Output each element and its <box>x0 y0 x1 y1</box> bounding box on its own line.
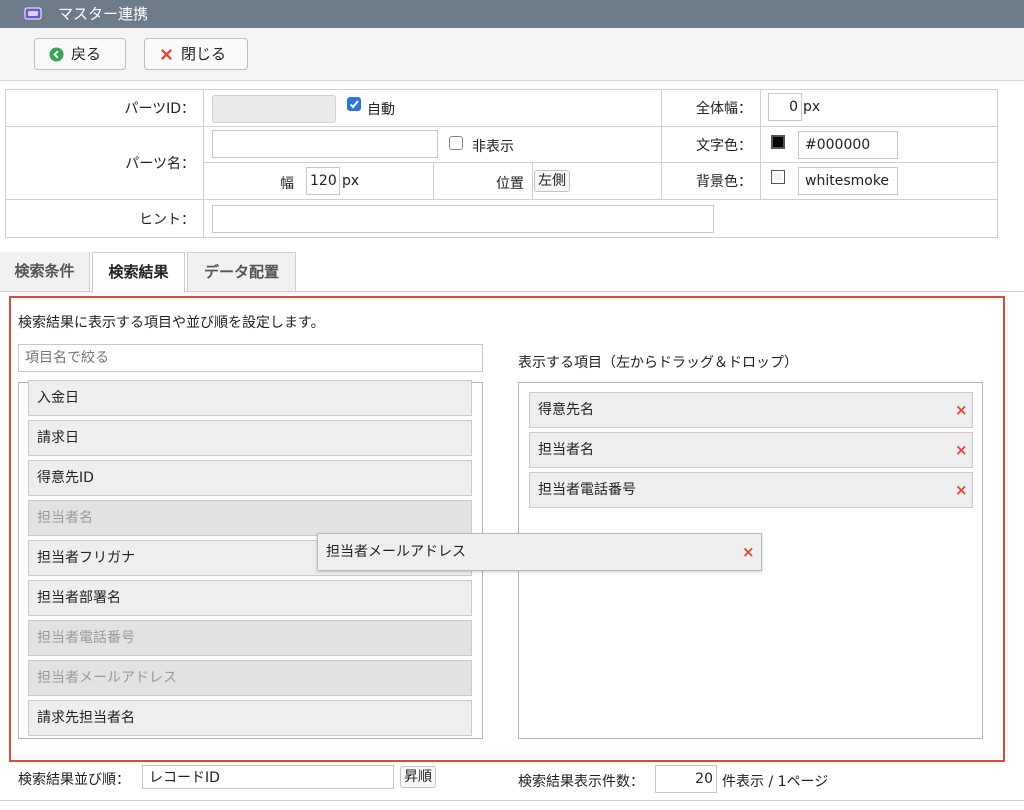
position-select[interactable]: 左側 <box>534 170 570 192</box>
hint-label: ヒント： <box>5 199 204 238</box>
total-width-cell: px <box>760 89 998 127</box>
list-item[interactable]: 請求日 <box>28 420 472 456</box>
width-label: 幅 <box>280 176 294 192</box>
tab-underline <box>0 291 92 292</box>
selected-item[interactable]: 担当者名 × <box>529 432 973 468</box>
tab-underline-right <box>185 291 1024 292</box>
count-input[interactable] <box>655 765 717 793</box>
tab-bar: 検索条件 検索結果 データ配置 <box>0 252 1024 293</box>
hide-checkbox[interactable] <box>449 136 463 150</box>
filter-input[interactable] <box>18 344 483 372</box>
remove-icon[interactable]: × <box>955 393 968 427</box>
list-item: 担当者名 <box>28 500 472 536</box>
selected-item-label: 得意先名 <box>538 402 594 418</box>
back-button-label: 戻る <box>71 45 102 63</box>
sort-order-button[interactable]: 昇順 <box>400 766 436 788</box>
close-button[interactable]: 閉じる <box>144 38 248 70</box>
list-item: 担当者メールアドレス <box>28 660 472 696</box>
hint-input[interactable] <box>212 205 714 233</box>
width-cell: 幅 px <box>203 162 434 200</box>
sort-label: 検索結果並び順： <box>18 772 130 788</box>
text-color-label: 文字色： <box>661 126 761 163</box>
sort-field-input[interactable] <box>142 765 394 789</box>
selected-item[interactable]: 担当者電話番号 × <box>529 472 973 508</box>
count-suffix: 件表示 / 1ページ <box>722 774 829 790</box>
text-color-cell <box>760 126 998 163</box>
check-icon <box>349 100 359 109</box>
bg-color-input[interactable] <box>798 167 898 195</box>
tab-search-results[interactable]: 検索結果 <box>92 252 185 293</box>
position-label: 位置 <box>496 176 524 192</box>
selected-items-title: 表示する項目（左からドラッグ＆ドロップ） <box>518 355 798 371</box>
list-item[interactable]: 入金日 <box>28 380 472 416</box>
selected-item-label: 担当者名 <box>538 442 594 458</box>
text-color-swatch[interactable] <box>771 135 785 149</box>
arrow-left-circle-icon <box>49 47 64 62</box>
app-window-icon <box>24 7 42 20</box>
width-unit: px <box>342 173 360 189</box>
x-icon <box>160 48 173 61</box>
parts-id-label: パーツID： <box>5 89 204 127</box>
list-item[interactable]: 担当者部署名 <box>28 580 472 616</box>
hint-cell <box>203 199 998 238</box>
parts-properties-table: パーツID： 自動 全体幅： px パーツ名： 非表示 文字色： 幅 <box>5 89 998 238</box>
total-width-unit: px <box>803 99 821 115</box>
bg-color-swatch[interactable] <box>771 170 785 184</box>
list-item: 担当者電話番号 <box>28 620 472 656</box>
remove-icon[interactable]: × <box>955 433 968 467</box>
tab-search-conditions[interactable]: 検索条件 <box>0 252 90 292</box>
dragging-item[interactable]: 担当者メールアドレス × <box>317 533 762 571</box>
panel-description: 検索結果に表示する項目や並び順を設定します。 <box>18 315 325 331</box>
parts-id-field <box>212 95 336 123</box>
parts-id-cell: 自動 <box>203 89 662 127</box>
close-button-label: 閉じる <box>181 45 227 63</box>
selected-item-label: 担当者電話番号 <box>538 482 636 498</box>
text-color-input[interactable] <box>798 131 898 159</box>
divider <box>0 800 1024 801</box>
total-width-label: 全体幅： <box>661 89 761 127</box>
total-width-input[interactable] <box>768 93 802 121</box>
dragging-item-label: 担当者メールアドレス <box>326 544 466 560</box>
window-title: マスター連携 <box>58 5 149 23</box>
parts-name-input[interactable] <box>212 130 438 158</box>
parts-name-cell: 非表示 <box>203 126 662 163</box>
back-button[interactable]: 戻る <box>34 38 126 70</box>
title-bar: マスター連携 <box>0 0 1024 28</box>
list-item[interactable]: 得意先ID <box>28 460 472 496</box>
remove-icon[interactable]: × <box>955 473 968 507</box>
count-label: 検索結果表示件数： <box>518 774 644 790</box>
position-label-cell: 位置 <box>433 162 533 200</box>
hide-label: 非表示 <box>472 139 514 155</box>
tab-data-layout[interactable]: データ配置 <box>187 252 296 292</box>
bg-color-cell <box>760 162 998 200</box>
width-input[interactable] <box>306 167 340 195</box>
selected-item[interactable]: 得意先名 × <box>529 392 973 428</box>
toolbar: 戻る 閉じる <box>0 28 1024 81</box>
remove-icon[interactable]: × <box>742 534 755 570</box>
parts-name-label: パーツ名： <box>5 126 204 200</box>
auto-label: 自動 <box>367 102 395 118</box>
bg-color-label: 背景色： <box>661 162 761 200</box>
list-item[interactable]: 請求先担当者名 <box>28 700 472 736</box>
auto-checkbox[interactable] <box>347 97 361 111</box>
position-cell: 左側 <box>532 162 662 200</box>
